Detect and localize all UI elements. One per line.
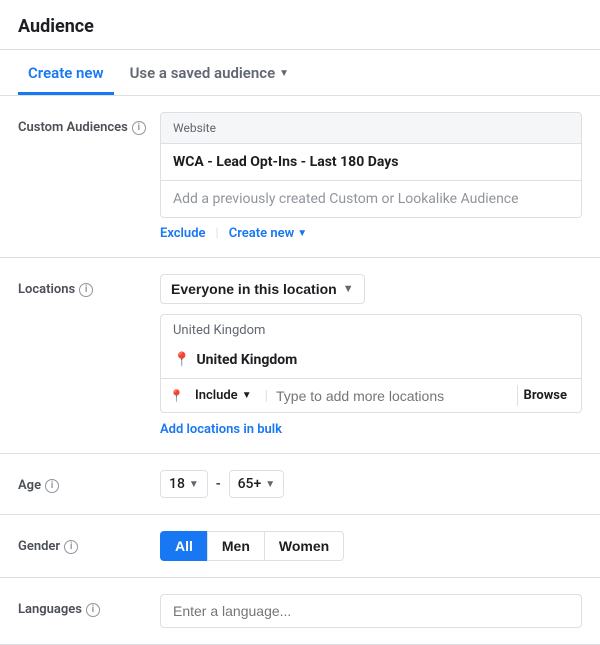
location-selected-row: 📍 United Kingdom: [161, 346, 581, 378]
tabs-bar: Create new Use a saved audience ▼: [0, 50, 600, 96]
tab-create-new[interactable]: Create new: [18, 50, 114, 95]
tab-saved-audience[interactable]: Use a saved audience ▼: [120, 50, 300, 95]
age-min-dropdown[interactable]: 18 ▼: [160, 470, 208, 498]
location-input-row: 📍 Include ▼ | Browse: [161, 378, 581, 412]
gender-section: Gender i All Men Women: [0, 515, 600, 578]
audience-links-row: Exclude | Create new ▼: [160, 226, 582, 241]
create-new-link[interactable]: Create new ▼: [229, 226, 307, 241]
age-info-icon[interactable]: i: [45, 479, 59, 493]
page-title: Audience: [0, 0, 600, 50]
age-min-arrow: ▼: [189, 479, 199, 490]
location-country-label: United Kingdom: [161, 315, 581, 346]
gender-label: Gender i: [18, 531, 148, 554]
locations-content: Everyone in this location ▼ United Kingd…: [160, 274, 582, 437]
language-input[interactable]: [160, 594, 582, 628]
link-separator: |: [216, 226, 219, 241]
languages-section: Languages i: [0, 578, 600, 645]
location-box: United Kingdom 📍 United Kingdom 📍 Includ…: [160, 314, 582, 413]
custom-audiences-content: Website WCA - Lead Opt-Ins - Last 180 Da…: [160, 112, 582, 241]
audience-box-placeholder[interactable]: Add a previously created Custom or Looka…: [161, 180, 581, 217]
add-bulk-link-row: Add locations in bulk: [160, 421, 582, 437]
add-locations-bulk-link[interactable]: Add locations in bulk: [160, 422, 282, 437]
languages-label: Languages i: [18, 594, 148, 617]
gender-info-icon[interactable]: i: [64, 540, 78, 554]
location-search-input[interactable]: [276, 388, 507, 404]
custom-audiences-box: Website WCA - Lead Opt-Ins - Last 180 Da…: [160, 112, 582, 218]
locations-section: Locations i Everyone in this location ▼ …: [0, 258, 600, 454]
location-pin-icon: 📍: [173, 352, 190, 368]
location-dropdown-arrow: ▼: [343, 283, 354, 295]
browse-button[interactable]: Browse: [517, 385, 573, 406]
age-row: 18 ▼ - 65+ ▼: [160, 470, 582, 498]
age-content: 18 ▼ - 65+ ▼: [160, 470, 582, 498]
saved-audience-dropdown-arrow: ▼: [279, 68, 289, 79]
gender-all-button[interactable]: All: [160, 531, 207, 561]
custom-audiences-section: Custom Audiences i Website WCA - Lead Op…: [0, 96, 600, 258]
age-label: Age i: [18, 470, 148, 493]
exclude-link[interactable]: Exclude: [160, 226, 206, 241]
languages-content: [160, 594, 582, 628]
age-section: Age i 18 ▼ - 65+ ▼: [0, 454, 600, 515]
age-max-arrow: ▼: [265, 479, 275, 490]
languages-info-icon[interactable]: i: [86, 603, 100, 617]
gender-content: All Men Women: [160, 531, 582, 561]
gender-toggle-group: All Men Women: [160, 531, 582, 561]
selected-location-name: United Kingdom: [196, 352, 297, 368]
create-new-dropdown-arrow: ▼: [297, 228, 307, 239]
input-separator: |: [265, 388, 268, 404]
include-dropdown-arrow: ▼: [242, 390, 252, 401]
locations-info-icon[interactable]: i: [79, 283, 93, 297]
include-pin-icon: 📍: [169, 389, 184, 403]
include-dropdown-btn[interactable]: Include ▼: [190, 385, 257, 406]
custom-audiences-label: Custom Audiences i: [18, 112, 148, 135]
locations-label: Locations i: [18, 274, 148, 297]
audience-box-header: Website: [161, 113, 581, 144]
location-type-dropdown[interactable]: Everyone in this location ▼: [160, 274, 365, 304]
custom-audiences-info-icon[interactable]: i: [132, 121, 146, 135]
age-dash: -: [216, 476, 221, 492]
gender-women-button[interactable]: Women: [265, 531, 344, 561]
age-max-dropdown[interactable]: 65+ ▼: [229, 470, 285, 498]
gender-men-button[interactable]: Men: [207, 531, 265, 561]
audience-box-item: WCA - Lead Opt-Ins - Last 180 Days: [161, 144, 581, 180]
